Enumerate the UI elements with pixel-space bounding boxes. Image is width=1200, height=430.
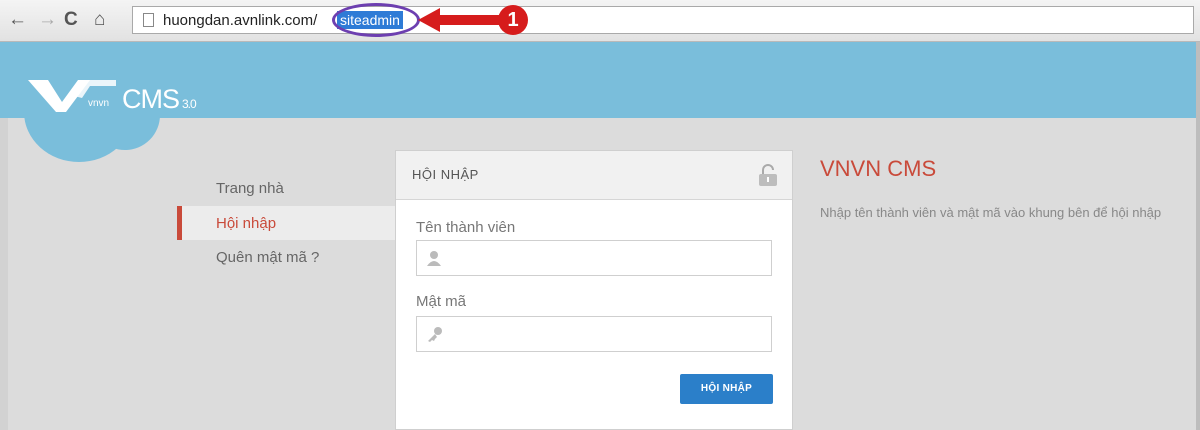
reload-icon[interactable]: C — [64, 9, 78, 31]
annotation-ellipse — [332, 3, 420, 37]
address-bar[interactable]: huongdan.avnlink.com/ siteadmin — [132, 6, 1194, 34]
nav-active-indicator — [177, 206, 182, 240]
home-icon[interactable]: ⌂ — [94, 9, 105, 31]
logo-small-text: vnvn — [88, 98, 110, 109]
username-label: Tên thành viên — [416, 219, 516, 236]
url-host: huongdan.avnlink.com/ — [163, 12, 318, 29]
logo-text: CMS 3.0 — [122, 84, 197, 115]
login-panel-header: HỘI NHẬP — [396, 151, 792, 200]
key-icon — [428, 327, 442, 342]
password-field[interactable] — [416, 316, 772, 352]
nav-item-home[interactable]: Trang nhà — [216, 180, 284, 197]
right-border — [1196, 42, 1200, 430]
browser-toolbar: ← → C ⌂ huongdan.avnlink.com/ siteadmin … — [0, 0, 1200, 42]
annotation-number-badge: 1 — [498, 5, 528, 35]
logo-version: 3.0 — [182, 97, 197, 111]
annotation-arrow-icon — [418, 8, 500, 32]
nav-item-forgot-password[interactable]: Quên mật mã ? — [216, 249, 319, 266]
info-title: VNVN CMS — [820, 156, 937, 181]
login-panel: HỘI NHẬP Tên thành viên Mật mã HỘI NHẬP — [395, 150, 793, 430]
forward-arrow-icon[interactable]: → — [38, 9, 57, 31]
left-border — [0, 118, 8, 430]
nav-active-background — [182, 206, 395, 240]
login-panel-title: HỘI NHẬP — [412, 167, 479, 182]
nav-item-login[interactable]: Hội nhập — [216, 215, 276, 232]
page-icon — [143, 13, 154, 27]
login-button[interactable]: HỘI NHẬP — [680, 374, 773, 404]
lock-icon — [759, 164, 777, 186]
back-arrow-icon[interactable]: ← — [8, 9, 27, 31]
password-label: Mật mã — [416, 293, 467, 310]
logo-brand: CMS — [122, 84, 180, 114]
username-field[interactable] — [416, 240, 772, 276]
info-description: Nhập tên thành viên và mật mã vào khung … — [820, 205, 1162, 220]
user-icon — [427, 251, 441, 266]
